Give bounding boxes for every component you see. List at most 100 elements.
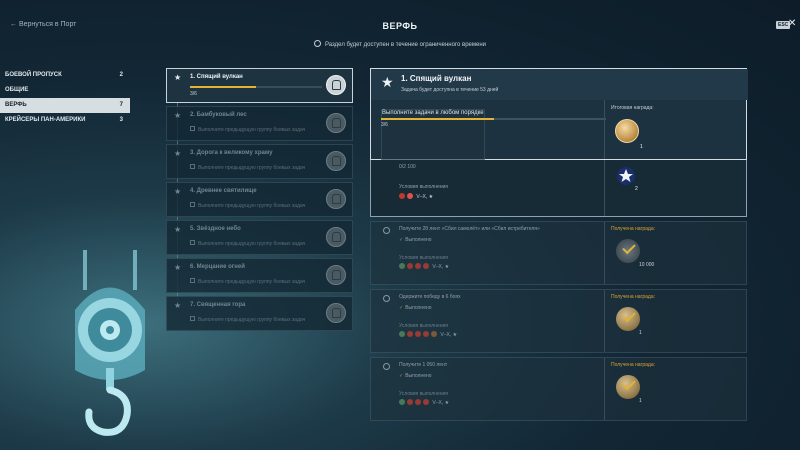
stage-name: 3. Дорога к великому храму [190,150,273,156]
detail-header: ★ 1. Спящий вулкан Задача будет доступна… [370,68,748,173]
stage-lock-text: Выполните предыдущую группу боевых задач [190,240,305,247]
detail-time-left: Задача будет доступна в течение 53 дней [401,87,499,93]
lock-icon [190,202,195,207]
category-item-shipyard[interactable]: ВЕРФЬ 7 [0,98,130,113]
lock-icon [190,278,195,283]
condition-icons: V–X, ★ [399,193,433,200]
stage-detail-panel: ★ 1. Спящий вулкан Задача будет доступна… [370,68,748,421]
star-icon: ★ [174,111,182,120]
stage-name: 1. Спящий вулкан [190,74,243,80]
check-icon: ✓ [399,237,404,243]
stage-list: ★ 1. Спящий вулкан 3/6 ★ 2. Бамбуковый л… [166,68,353,334]
stage-name: 6. Мерцание огней [190,264,245,270]
task-item-2: Одержите победу в 6 боях ✓ Выполнено Усло… [370,289,747,353]
task-status-circle [383,363,390,370]
conditions-label: Условия выполнения [399,391,448,397]
stage-name: 5. Звёздное небо [190,226,241,232]
star-icon: ★ [174,263,182,272]
stage-item-5[interactable]: ★ 5. Звёздное небо Выполните предыдущую … [166,220,353,255]
task-done-text: ✓ Выполнено [399,305,432,311]
stage-badge-icon [326,75,346,95]
stage-item-2[interactable]: ★ 2. Бамбуковый лес Выполните предыдущую… [166,106,353,141]
stage-progress-bar [190,86,322,88]
reward-divider [604,290,605,352]
reward-count: 10 000 [639,262,655,268]
stage-badge-icon [326,227,346,247]
task-title: Получите 28 лент «Сбил самолёт» или «Сби… [399,226,540,232]
top-bar: ← Вернуться в Порт ВЕРФЬ Раздел будет до… [0,0,800,54]
check-icon: ✓ [399,305,404,311]
condition-icons: V–X, ★ [399,263,449,270]
stage-item-4[interactable]: ★ 4. Древнее святилище Выполните предыду… [166,182,353,217]
task-done-text: ✓ Выполнено [399,373,432,379]
stage-progress-fill [190,86,256,88]
task-title: Получите 1 050 лент [399,362,448,368]
task-status-circle [383,295,390,302]
received-reward-label: Получена награда: [611,226,656,232]
battle-type-icon [407,263,413,269]
condition-icons: V–X, ★ [399,331,457,338]
category-item-pan-america-cruisers[interactable]: КРЕЙСЕРЫ ПАН-АМЕРИКИ 3 [0,113,130,128]
star-icon: ★ [381,74,394,90]
tier-range: V–X, ★ [440,332,458,338]
detail-progress-text: 3/6 [381,122,388,128]
task-status-circle [383,227,390,234]
crane-hook-icon [75,250,145,436]
category-label: КРЕЙСЕРЫ ПАН-АМЕРИКИ [5,117,86,123]
battle-type-icon [415,331,421,337]
stage-lock-text: Выполните предыдущую группу боевых задач [190,164,305,171]
received-reward-label: Получена награда: [611,294,656,300]
detail-progress-fill [381,118,494,120]
star-icon: ★ [174,225,182,234]
category-count: 2 [119,72,123,78]
star-icon: ★ [174,301,182,310]
task-done-text: ✓ Выполнено [399,237,432,243]
lock-icon [190,126,195,131]
tier-range: V–X, ★ [432,264,450,270]
star-reward-icon[interactable] [616,166,636,186]
lock-icon [190,240,195,245]
page-title: ВЕРФЬ [382,21,418,31]
star-icon: ★ [174,187,182,196]
category-count: 7 [119,102,123,108]
received-reward-label: Получена награда: [611,362,656,368]
close-icon[interactable]: ✕ [788,18,796,29]
stage-lock-text: Выполните предыдущую группу боевых задач [190,278,305,285]
reward-divider [604,160,605,216]
battle-type-icon [431,331,437,337]
battle-type-icon [399,331,405,337]
clock-icon [313,40,321,47]
battle-type-icon [415,399,421,405]
battle-type-icon [423,263,429,269]
star-icon: ★ [174,73,182,82]
stage-badge-icon [326,113,346,133]
stage-item-6[interactable]: ★ 6. Мерцание огней Выполните предыдущую… [166,258,353,293]
check-icon: ✓ [399,373,404,379]
stage-badge-icon [326,151,346,171]
battle-type-icon [423,399,429,405]
stage-item-1[interactable]: ★ 1. Спящий вулкан 3/6 [166,68,353,103]
task-title: Одержите победу в 6 боях [399,294,461,300]
reward-count: 2 [635,186,638,192]
final-reward-label: Итоговая награда: [611,105,654,111]
stage-lock-text: Выполните предыдущую группу боевых задач [190,202,305,209]
stage-name: 4. Древнее святилище [190,188,257,194]
stage-item-7[interactable]: ★ 7. Священная гора Выполните предыдущую… [166,296,353,331]
tier-range: V–X, ★ [432,400,450,406]
battle-type-icon [407,399,413,405]
stage-name: 7. Священная гора [190,302,246,308]
reward-medal-icon[interactable] [615,119,639,143]
category-count: 3 [119,117,123,123]
reward-count: 1 [640,144,643,150]
category-label: ВЕРФЬ [5,102,27,108]
stage-badge-icon [326,189,346,209]
star-icon: ★ [174,149,182,158]
battle-type-icon [407,193,413,199]
category-item-general[interactable]: ОБЩИЕ [0,83,130,98]
stage-item-3[interactable]: ★ 3. Дорога к великому храму Выполните п… [166,144,353,179]
lock-icon [190,316,195,321]
category-label: ОБЩИЕ [5,87,29,93]
category-item-battle-pass[interactable]: БОЕВОЙ ПРОПУСК 2 [0,68,130,83]
task-progress-text: 0/2 100 [399,164,416,170]
category-list: БОЕВОЙ ПРОПУСК 2 ОБЩИЕ ВЕРФЬ 7 КРЕЙСЕРЫ … [0,68,130,128]
